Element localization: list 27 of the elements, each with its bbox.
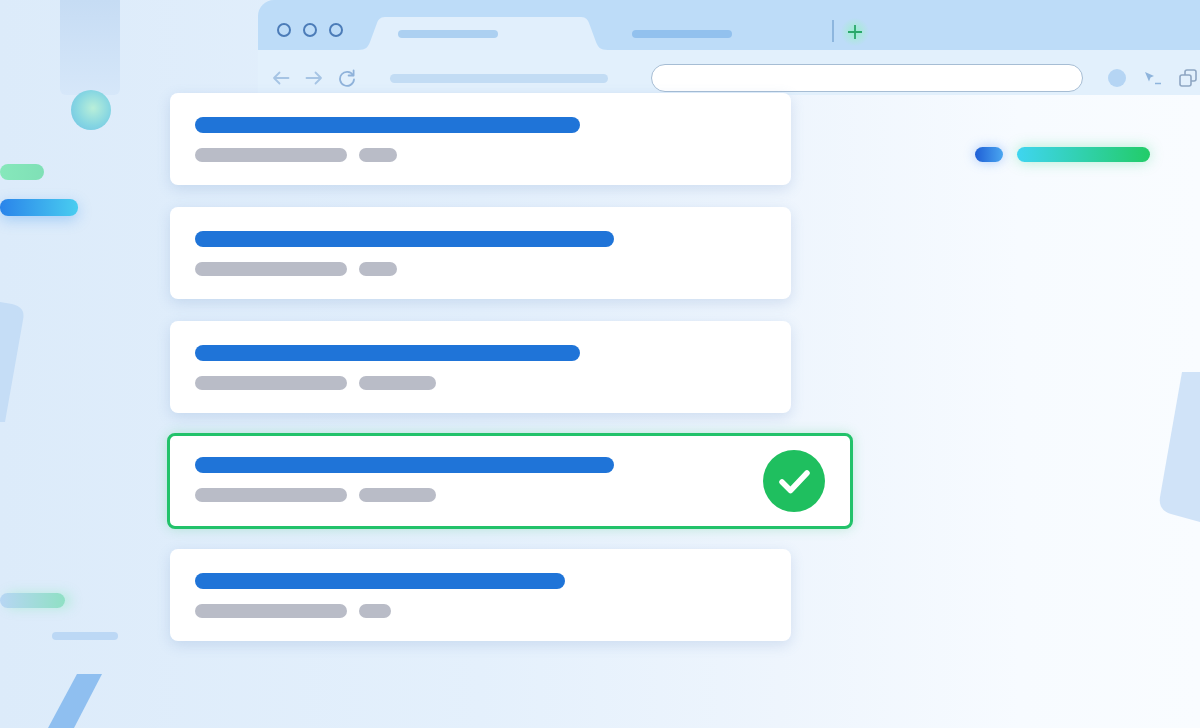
reload-icon[interactable] — [338, 69, 356, 87]
decorative-bar — [0, 164, 44, 180]
cursor-icon[interactable] — [1144, 71, 1162, 85]
result-card[interactable] — [167, 433, 853, 529]
decorative-bar — [0, 593, 65, 608]
check-icon — [763, 450, 825, 512]
new-tab-button[interactable] — [841, 18, 869, 46]
back-arrow-icon[interactable] — [272, 69, 290, 87]
meta-skeleton-bar — [359, 148, 397, 162]
result-card[interactable] — [170, 549, 791, 641]
result-card[interactable] — [170, 207, 791, 299]
meta-skeleton-bar — [359, 604, 391, 618]
decorative-slash — [48, 674, 102, 728]
forward-arrow-icon[interactable] — [305, 69, 323, 87]
result-card[interactable] — [170, 321, 791, 413]
meta-skeleton-bar — [359, 262, 397, 276]
decorative-bar — [975, 147, 1003, 162]
window-control-button[interactable] — [303, 23, 317, 37]
plus-icon — [847, 24, 863, 40]
avatar-icon[interactable] — [1108, 69, 1126, 87]
result-card[interactable] — [170, 93, 791, 185]
window-control-button[interactable] — [329, 23, 343, 37]
decorative-circle — [71, 90, 111, 130]
decorative-bar — [52, 632, 118, 640]
copy-icon[interactable] — [1179, 69, 1197, 87]
address-field[interactable] — [651, 64, 1083, 92]
window-control-button[interactable] — [277, 23, 291, 37]
